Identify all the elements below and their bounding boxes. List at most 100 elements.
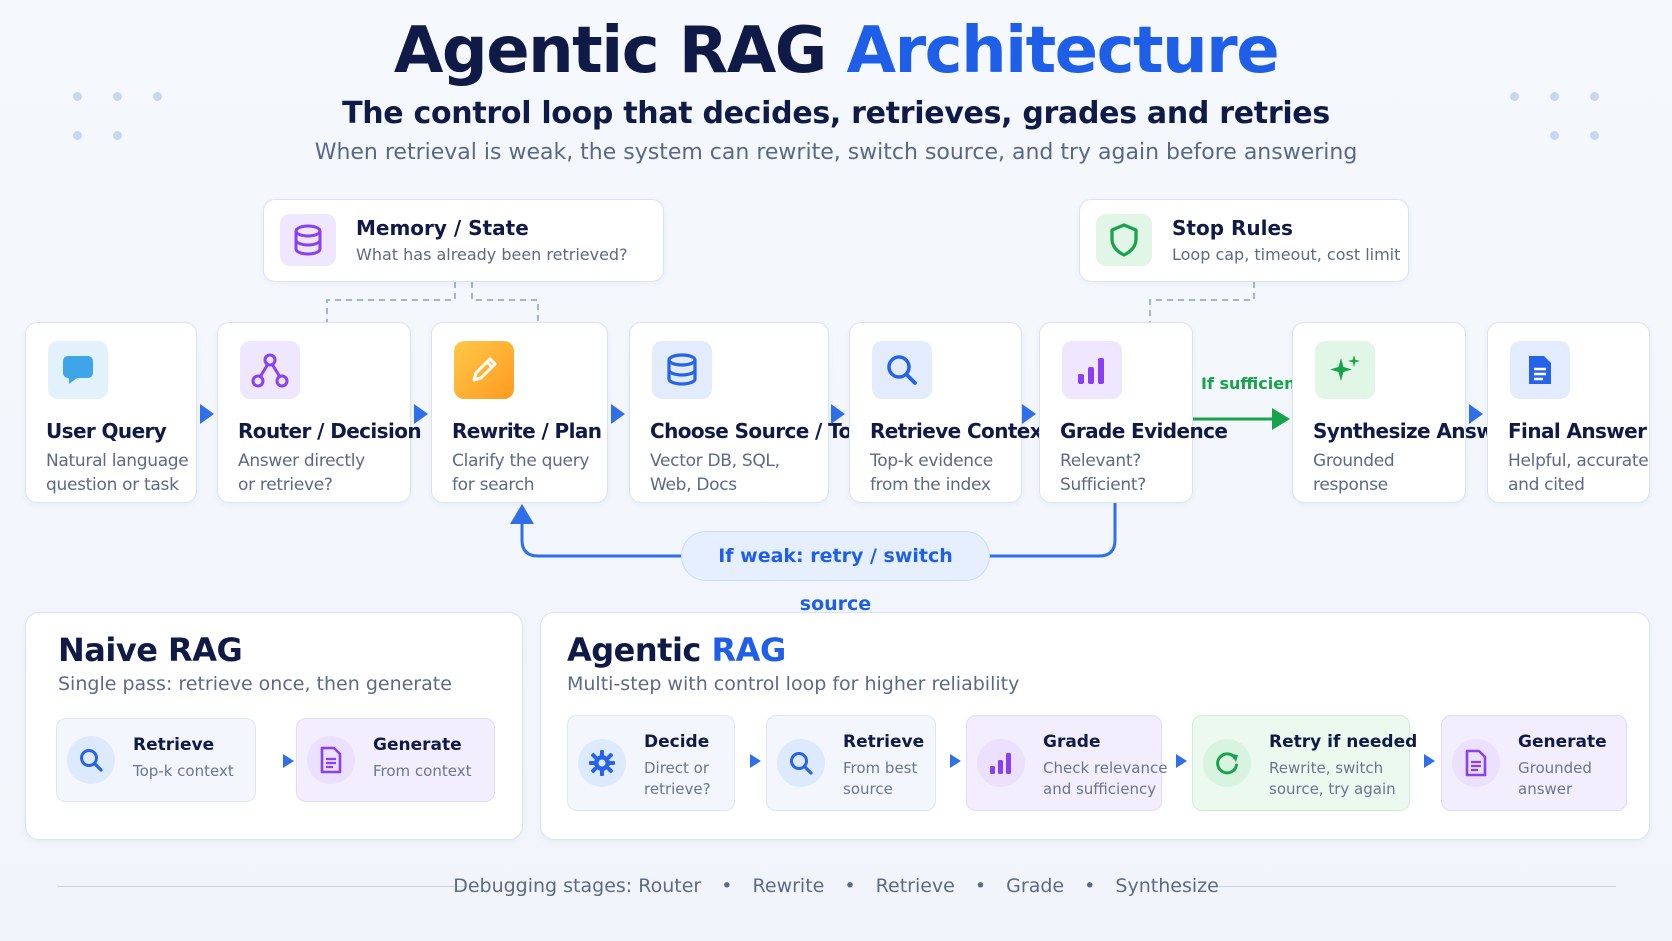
agentic-step-generate: Generate Grounded answer bbox=[1441, 715, 1627, 811]
document-icon bbox=[1510, 341, 1570, 399]
footer-separator: • bbox=[1084, 875, 1096, 897]
footer-stage: Rewrite bbox=[752, 875, 825, 897]
agentic-arrow bbox=[750, 754, 761, 768]
footer-stage: Grade bbox=[1006, 875, 1065, 897]
mini-desc-line: From best bbox=[843, 759, 918, 777]
mini-desc: Check relevance and sufficiency bbox=[1043, 758, 1167, 800]
step-router: Router / Decision Answer directly or retr… bbox=[217, 322, 422, 503]
refresh-icon bbox=[1203, 739, 1251, 787]
mini-desc-line: source, try again bbox=[1269, 780, 1396, 798]
naive-arrow bbox=[283, 754, 294, 768]
mini-title: Retrieve bbox=[133, 735, 215, 755]
sufficient-arrow-head bbox=[1272, 408, 1290, 430]
stop-connector bbox=[1149, 282, 1255, 322]
step-desc: Clarify the query for search bbox=[452, 449, 589, 497]
step-desc-line: question or task bbox=[46, 475, 179, 495]
agentic-title-accent: RAG bbox=[711, 631, 787, 669]
step-desc-line: Relevant? bbox=[1060, 451, 1141, 471]
mini-desc-line: and sufficiency bbox=[1043, 780, 1157, 798]
retry-loop-head bbox=[510, 504, 534, 524]
chat-bubble-icon bbox=[48, 341, 108, 399]
pipeline-arrow bbox=[414, 404, 428, 424]
stop-desc: Loop cap, timeout, cost limit bbox=[1172, 245, 1401, 264]
mini-desc: From best source bbox=[843, 758, 917, 800]
mini-title: Generate bbox=[1518, 732, 1607, 752]
step-desc: Answer directly or retrieve? bbox=[238, 449, 365, 497]
step-desc-line: or retrieve? bbox=[238, 475, 333, 495]
step-desc-line: Grounded bbox=[1313, 451, 1395, 471]
step-desc: Relevant? Sufficient? bbox=[1060, 449, 1146, 497]
step-desc: Top-k evidence from the index bbox=[870, 449, 993, 497]
agentic-rag-panel: Agentic RAG Multi-step with control loop… bbox=[540, 612, 1650, 840]
mini-title: Retry if needed bbox=[1269, 732, 1418, 752]
mini-title: Generate bbox=[373, 735, 462, 755]
step-desc: Natural language question or task bbox=[46, 449, 189, 497]
agentic-arrow bbox=[1176, 754, 1187, 768]
mini-desc-line: retrieve? bbox=[644, 780, 711, 798]
agentic-title: Agentic RAG bbox=[567, 631, 786, 669]
agentic-arrow bbox=[950, 754, 961, 768]
retry-pill: If weak: retry / switch source bbox=[681, 531, 990, 615]
step-desc-line: Clarify the query bbox=[452, 451, 590, 471]
step-choose-source: Choose Source / Tool Vector DB, SQL, Web,… bbox=[629, 322, 872, 503]
mini-desc-line: Direct or bbox=[644, 759, 710, 777]
step-desc-line: response bbox=[1313, 475, 1388, 495]
memory-desc: What has already been retrieved? bbox=[356, 245, 628, 264]
pipeline-arrow bbox=[611, 404, 625, 424]
step-desc-line: Web, Docs bbox=[650, 475, 737, 495]
footer-separator: • bbox=[721, 875, 733, 897]
step-title: Router / Decision bbox=[238, 419, 422, 443]
step-synthesize: Synthesize Answer Grounded response bbox=[1292, 322, 1517, 503]
step-desc: Grounded response bbox=[1313, 449, 1395, 497]
search-icon bbox=[777, 739, 825, 787]
stop-title: Stop Rules bbox=[1172, 216, 1293, 240]
step-title: Grade Evidence bbox=[1060, 419, 1228, 443]
naive-rag-panel: Naive RAG Single pass: retrieve once, th… bbox=[25, 612, 523, 840]
memory-state-card: Memory / State What has already been ret… bbox=[263, 199, 664, 282]
step-title: User Query bbox=[46, 419, 167, 443]
step-title: Rewrite / Plan bbox=[452, 419, 602, 443]
mini-desc-line: Rewrite, switch bbox=[1269, 759, 1384, 777]
mini-desc: Rewrite, switch source, try again bbox=[1269, 758, 1396, 800]
footer-separator: • bbox=[844, 875, 856, 897]
step-desc-line: and cited bbox=[1508, 475, 1585, 495]
step-desc: Vector DB, SQL, Web, Docs bbox=[650, 449, 780, 497]
footer-stage: Router bbox=[638, 875, 702, 897]
memory-connector bbox=[471, 282, 539, 322]
gear-icon bbox=[578, 739, 626, 787]
naive-step-generate: Generate From context bbox=[296, 718, 495, 802]
step-retrieve-context: Retrieve Context Top-k evidence from the … bbox=[849, 322, 1052, 503]
step-desc-line: Vector DB, SQL, bbox=[650, 451, 780, 471]
naive-subtitle: Single pass: retrieve once, then generat… bbox=[58, 673, 452, 695]
step-desc-line: for search bbox=[452, 475, 535, 495]
naive-step-retrieve: Retrieve Top-k context bbox=[56, 718, 256, 802]
mini-title: Retrieve bbox=[843, 732, 925, 752]
bar-chart-icon bbox=[1062, 341, 1122, 399]
agentic-step-decide: Decide Direct or retrieve? bbox=[567, 715, 735, 811]
network-icon bbox=[240, 341, 300, 399]
step-user-query: User Query Natural language question or t… bbox=[25, 322, 197, 503]
step-desc-line: Answer directly bbox=[238, 451, 365, 471]
step-desc-line: Top-k evidence bbox=[870, 451, 993, 471]
pencil-icon bbox=[454, 341, 514, 399]
naive-title: Naive RAG bbox=[58, 631, 243, 669]
mini-desc-line: Grounded bbox=[1518, 759, 1592, 777]
footer-label: Debugging stages: bbox=[453, 875, 633, 897]
pipeline-arrow bbox=[1469, 404, 1483, 424]
document-icon bbox=[1452, 739, 1500, 787]
footer-stage: Synthesize bbox=[1115, 875, 1219, 897]
footer-stage: Retrieve bbox=[875, 875, 955, 897]
step-desc-line: from the index bbox=[870, 475, 991, 495]
database-icon bbox=[280, 214, 336, 266]
mini-title: Decide bbox=[644, 732, 710, 752]
document-icon bbox=[307, 736, 355, 784]
memory-title: Memory / State bbox=[356, 216, 529, 240]
shield-icon bbox=[1096, 214, 1152, 266]
step-rewrite: Rewrite / Plan Clarify the query for sear… bbox=[431, 322, 608, 503]
footer: Debugging stages: Router • Rewrite • Ret… bbox=[0, 875, 1672, 897]
mini-desc: From context bbox=[373, 762, 472, 780]
step-desc-line: Natural language bbox=[46, 451, 189, 471]
pipeline-arrow bbox=[200, 404, 214, 424]
stop-rules-card: Stop Rules Loop cap, timeout, cost limit bbox=[1079, 199, 1409, 282]
agentic-title-main: Agentic bbox=[567, 631, 701, 669]
